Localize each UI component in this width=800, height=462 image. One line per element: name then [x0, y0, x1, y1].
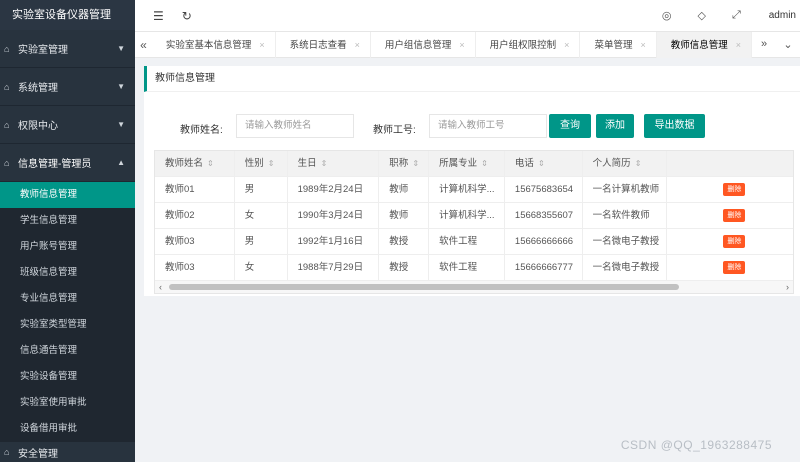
sidebar-group-info[interactable]: ⌂ 信息管理-管理员 ▲	[0, 144, 135, 182]
sort-icon[interactable]: ⇕	[481, 159, 488, 168]
watermark: CSDN @QQ_1963288475	[620, 438, 772, 452]
column-header[interactable]: 个人简历 ⇕	[583, 151, 668, 176]
content-card: 教师信息管理 教师姓名: 请输入教师姓名 教师工号: 请输入教师工号 查询 添加…	[144, 66, 800, 296]
sidebar-group-system[interactable]: ⌂ 系统管理 ▼	[0, 68, 135, 106]
delete-button[interactable]: 删除	[723, 182, 746, 196]
sidebar-item-teacher[interactable]: 教师信息管理	[0, 182, 135, 208]
table-row: 教师01 男 1989年2月24日 教师 计算机科学... 1567568365…	[155, 177, 793, 203]
caret-down-icon: ▼	[117, 120, 125, 129]
column-header[interactable]: 电话 ⇕	[505, 151, 583, 176]
home-icon: ⌂	[4, 447, 10, 457]
scrollbar-thumb[interactable]	[169, 284, 679, 290]
sort-icon[interactable]: ⇕	[538, 159, 545, 168]
theme-icon[interactable]: ◎	[662, 9, 672, 22]
tab-user-group-info[interactable]: 用户组信息管理 ×	[371, 31, 476, 58]
delete-button[interactable]: 删除	[723, 208, 746, 222]
sidebar-group-lab[interactable]: ⌂ 实验室管理 ▼	[0, 30, 135, 68]
close-icon[interactable]: ×	[640, 40, 645, 50]
table-row: 教师02 女 1990年3月24日 教师 计算机科学... 1566835560…	[155, 203, 793, 229]
tab-scroll-left-icon[interactable]: «	[135, 38, 152, 52]
teacher-table: 教师姓名 ⇕ 性别 ⇕ 生日 ⇕ 职称 ⇕ 所属专业 ⇕ 电话 ⇕ 个人简历 ⇕ 教师01 男…	[154, 150, 794, 294]
tab-user-group-permission[interactable]: 用户组权限控制 ×	[476, 31, 581, 58]
chevron-down-icon[interactable]: ⌄	[776, 38, 800, 51]
tab-scroll-right-icon[interactable]: »	[752, 38, 776, 51]
column-header[interactable]: 性别 ⇕	[235, 151, 288, 176]
home-icon: ⌂	[4, 43, 10, 54]
search-button[interactable]: 查询	[549, 114, 591, 138]
table-row: 教师03 男 1992年1月16日 教授 软件工程 15666666666 一名…	[155, 229, 793, 255]
tab-menu-manage[interactable]: 菜单管理 ×	[580, 31, 657, 58]
teacher-id-input[interactable]: 请输入教师工号	[429, 114, 547, 138]
caret-up-icon: ▲	[117, 158, 125, 167]
close-icon[interactable]: ×	[736, 40, 741, 50]
sort-icon[interactable]: ⇕	[207, 159, 214, 168]
fullscreen-icon[interactable]: ⤢	[732, 9, 741, 22]
sidebar-item-lab-type[interactable]: 实验室类型管理	[0, 312, 135, 338]
user-name[interactable]: admin	[769, 10, 796, 21]
caret-down-icon: ▼	[117, 44, 125, 53]
close-icon[interactable]: ×	[259, 40, 264, 50]
add-button[interactable]: 添加	[596, 114, 634, 138]
teacher-name-input[interactable]: 请输入教师姓名	[236, 114, 354, 138]
sidebar-item-lab-approval[interactable]: 实验室使用审批	[0, 390, 135, 416]
tab-lab-info[interactable]: 实验室基本信息管理 ×	[152, 31, 276, 58]
sidebar-item-student[interactable]: 学生信息管理	[0, 208, 135, 234]
tab-nav-right: » ⌄	[752, 38, 800, 51]
home-icon: ⌂	[4, 81, 10, 92]
sidebar-item-notice[interactable]: 信息通告管理	[0, 338, 135, 364]
column-header[interactable]: 生日 ⇕	[288, 151, 380, 176]
tab-system-log[interactable]: 系统日志查看 ×	[276, 31, 371, 58]
brand-title: 实验室设备仪器管理	[0, 0, 135, 30]
sidebar-group-safety[interactable]: ⌂ 安全管理	[0, 442, 135, 462]
delete-button[interactable]: 删除	[723, 260, 746, 274]
sidebar-item-account[interactable]: 用户账号管理	[0, 234, 135, 260]
sidebar-item-borrow-approval[interactable]: 设备借用审批	[0, 416, 135, 442]
teacher-name-label: 教师姓名:	[180, 125, 223, 136]
sidebar: 实验室设备仪器管理 ⌂ 实验室管理 ▼ ⌂ 系统管理 ▼ ⌂ 权限中心 ▼ ⌂ …	[0, 0, 135, 462]
tab-bar: « 实验室基本信息管理 × 系统日志查看 × 用户组信息管理 × 用户组权限控制 × 菜…	[135, 31, 800, 58]
column-header-actions	[667, 151, 793, 176]
column-header[interactable]: 职称 ⇕	[379, 151, 430, 176]
sidebar-item-major[interactable]: 专业信息管理	[0, 286, 135, 312]
teacher-id-label: 教师工号:	[373, 125, 416, 136]
sort-icon[interactable]: ⇕	[412, 159, 419, 168]
sort-icon[interactable]: ⇕	[268, 159, 275, 168]
header-actions: ◎ ◇ ⤢ admin	[636, 9, 800, 22]
refresh-icon[interactable]: ↻	[182, 9, 192, 23]
sidebar-group-permission[interactable]: ⌂ 权限中心 ▼	[0, 106, 135, 144]
table-header: 教师姓名 ⇕ 性别 ⇕ 生日 ⇕ 职称 ⇕ 所属专业 ⇕ 电话 ⇕ 个人简历 ⇕	[155, 151, 793, 177]
scroll-right-icon[interactable]: ›	[786, 281, 789, 293]
tab-teacher-info[interactable]: 教师信息管理 ×	[656, 31, 752, 58]
close-icon[interactable]: ×	[355, 40, 360, 50]
filter-bar: 教师姓名: 请输入教师姓名 教师工号: 请输入教师工号 查询 添加 导出数据	[144, 114, 800, 142]
menu-toggle-icon[interactable]: ☰	[153, 9, 164, 23]
column-header[interactable]: 所属专业 ⇕	[429, 151, 505, 176]
top-header: ☰ ↻ ◎ ◇ ⤢ admin	[135, 0, 800, 32]
horizontal-scrollbar[interactable]: ‹ ›	[155, 281, 793, 293]
tag-icon[interactable]: ◇	[697, 9, 705, 22]
close-icon[interactable]: ×	[459, 40, 464, 50]
home-icon: ⌂	[4, 119, 10, 130]
sort-icon[interactable]: ⇕	[635, 159, 642, 168]
delete-button[interactable]: 删除	[723, 234, 746, 248]
scroll-left-icon[interactable]: ‹	[159, 281, 162, 293]
sidebar-submenu: 教师信息管理 学生信息管理 用户账号管理 班级信息管理 专业信息管理 实验室类型…	[0, 182, 135, 442]
table-row: 教师03 女 1988年7月29日 教授 软件工程 15666666777 一名…	[155, 255, 793, 281]
card-title: 教师信息管理	[144, 66, 800, 92]
export-button[interactable]: 导出数据	[644, 114, 705, 138]
app-root: 实验室设备仪器管理 ⌂ 实验室管理 ▼ ⌂ 系统管理 ▼ ⌂ 权限中心 ▼ ⌂ …	[0, 0, 800, 462]
sidebar-item-equipment[interactable]: 实验设备管理	[0, 364, 135, 390]
sidebar-item-class[interactable]: 班级信息管理	[0, 260, 135, 286]
column-header[interactable]: 教师姓名 ⇕	[155, 151, 235, 176]
sort-icon[interactable]: ⇕	[321, 159, 328, 168]
caret-down-icon: ▼	[117, 82, 125, 91]
close-icon[interactable]: ×	[564, 40, 569, 50]
home-icon: ⌂	[4, 157, 10, 168]
